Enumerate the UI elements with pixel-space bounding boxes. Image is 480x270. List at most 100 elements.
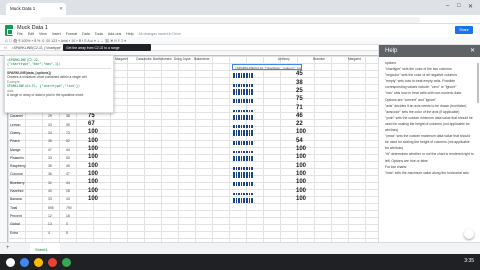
sparkline-cell[interactable]	[233, 155, 255, 162]
big-value-cell[interactable]: 100	[296, 129, 306, 135]
header-cell[interactable]: Margaret	[348, 57, 361, 61]
value-cell[interactable]: 33	[48, 123, 52, 127]
big-value-cell[interactable]: 100	[88, 129, 98, 135]
value-cell[interactable]: 73	[66, 131, 70, 135]
value-cell[interactable]: 33	[48, 197, 52, 201]
row-label-cell[interactable]: Coconut	[10, 172, 23, 176]
big-value-cell[interactable]: 100	[296, 179, 306, 185]
row-label-cell[interactable]: Pistachio	[10, 156, 24, 160]
row-label-cell[interactable]: Banana	[10, 197, 22, 201]
value-cell[interactable]: 29	[48, 114, 52, 118]
big-value-cell[interactable]: 100	[88, 163, 98, 169]
big-value-cell[interactable]: 100	[88, 188, 98, 194]
minimize-icon[interactable]: –	[446, 3, 449, 9]
big-value-cell[interactable]: 75	[88, 113, 95, 119]
row-label-cell[interactable]: Blueberry	[10, 181, 25, 185]
menu-file[interactable]: File	[17, 32, 23, 36]
share-button[interactable]: Share	[455, 26, 473, 34]
header-cell[interactable]: Brandon	[313, 57, 325, 61]
big-value-cell[interactable]: 75	[296, 96, 303, 102]
header-cell[interactable]: Bartholomew	[153, 57, 172, 61]
menu-edit[interactable]: Edit	[28, 32, 34, 36]
table-row[interactable]: Blueberry 32 44 100 100	[8, 179, 378, 187]
gmail-icon[interactable]	[48, 258, 57, 267]
row-label-cell[interactable]: Total	[10, 206, 17, 210]
value-cell[interactable]: 0	[66, 222, 68, 226]
editor-line-2[interactable]: {"charttype","bar";"max",1})	[7, 62, 111, 66]
sparkline-cell[interactable]	[233, 164, 255, 170]
big-value-cell[interactable]: 22	[296, 121, 303, 127]
table-row[interactable]: Lemon 33 39 67 22	[8, 121, 378, 129]
big-value-cell[interactable]: 71	[296, 105, 303, 111]
row-label-cell[interactable]: Caramel	[10, 114, 23, 118]
sheets-logo-icon[interactable]	[5, 25, 13, 36]
sparkline-cell[interactable]	[233, 139, 255, 145]
chrome-icon[interactable]	[20, 258, 29, 267]
files-icon[interactable]	[34, 258, 43, 267]
value-cell[interactable]: 38	[66, 114, 70, 118]
value-cell[interactable]: 13	[48, 222, 52, 226]
big-value-cell[interactable]: 54	[296, 138, 303, 144]
sheets-app-icon[interactable]	[62, 258, 71, 267]
big-value-cell[interactable]: 38	[296, 80, 303, 86]
value-cell[interactable]: 595	[48, 206, 54, 210]
sparkline-cell[interactable]	[233, 197, 255, 203]
big-value-cell[interactable]: 100	[88, 138, 98, 144]
value-cell[interactable]: 790	[66, 206, 72, 210]
sparkline-cell[interactable]	[233, 122, 255, 129]
value-cell[interactable]: 35	[48, 139, 52, 143]
doc-title[interactable]: Muck Data 1	[17, 25, 48, 31]
table-row[interactable]: Raspberry 35 45 100 100	[8, 163, 378, 170]
header-cell[interactable]: Cassandra	[136, 57, 151, 61]
header-cell[interactable]: Doug Joyce	[174, 57, 191, 61]
window-close-icon[interactable]: ✕	[468, 3, 473, 10]
menu-data[interactable]: Data	[82, 32, 90, 36]
big-value-cell[interactable]: 46	[296, 113, 303, 119]
header-cell[interactable]: Margaret	[115, 57, 128, 61]
big-value-cell[interactable]: 100	[88, 146, 98, 152]
big-value-cell[interactable]: 100	[296, 188, 306, 194]
explore-button[interactable]	[464, 229, 474, 239]
row-label-cell[interactable]: Extra	[10, 231, 18, 235]
value-cell[interactable]: 44	[66, 181, 70, 185]
row-label-cell[interactable]: Percent	[10, 214, 22, 218]
row-label-cell[interactable]: Cherry	[10, 131, 20, 135]
value-cell[interactable]: 47	[48, 148, 52, 152]
value-cell[interactable]: 24	[48, 131, 52, 135]
row-label-cell[interactable]: Lemon	[10, 123, 20, 127]
big-value-cell[interactable]: 100	[296, 171, 306, 177]
value-cell[interactable]: 5	[66, 231, 68, 235]
sparkline-cell[interactable]	[233, 72, 255, 79]
header-cell[interactable]: Anthony	[278, 57, 290, 61]
value-cell[interactable]: 32	[48, 181, 52, 185]
menu-view[interactable]: View	[39, 32, 47, 36]
table-row[interactable]: Hazelnut 40 28 100 100	[8, 188, 378, 195]
big-value-cell[interactable]: 100	[296, 163, 306, 169]
add-sheet-button[interactable]: +	[6, 245, 10, 251]
url-field[interactable]	[40, 16, 420, 23]
table-row[interactable]: Caramel 29 38 75 46	[8, 113, 378, 120]
sparkline-cell[interactable]	[233, 171, 255, 178]
big-value-cell[interactable]: 100	[88, 171, 98, 177]
sparkline-cell[interactable]	[233, 81, 255, 87]
sparkline-cell[interactable]	[233, 180, 255, 187]
table-row[interactable]: Coconut 36 37 100 100	[8, 171, 378, 178]
table-row[interactable]: Banana 33 43 100 100	[8, 196, 378, 203]
row-label-cell[interactable]: Global	[10, 222, 20, 226]
value-cell[interactable]: 45	[66, 164, 70, 168]
scrollbar[interactable]	[477, 63, 479, 103]
table-row[interactable]: Percent 12 18	[8, 212, 378, 219]
sparkline-cell[interactable]	[233, 130, 255, 137]
sparkline-cell[interactable]	[233, 147, 255, 153]
row-label-cell[interactable]: Mango	[10, 148, 20, 152]
table-row[interactable]: Mango 47 44 100 100	[8, 146, 378, 153]
value-cell[interactable]: 39	[66, 123, 70, 127]
menu-format[interactable]: Format	[66, 32, 77, 36]
big-value-cell[interactable]: 100	[88, 196, 98, 202]
value-cell[interactable]: 4	[48, 231, 50, 235]
value-cell[interactable]: 28	[66, 189, 70, 193]
sparkline-cell[interactable]	[233, 97, 255, 104]
close-icon[interactable]: ✕	[470, 47, 475, 54]
launcher-icon[interactable]	[6, 258, 15, 267]
big-value-cell[interactable]: 67	[88, 121, 95, 127]
